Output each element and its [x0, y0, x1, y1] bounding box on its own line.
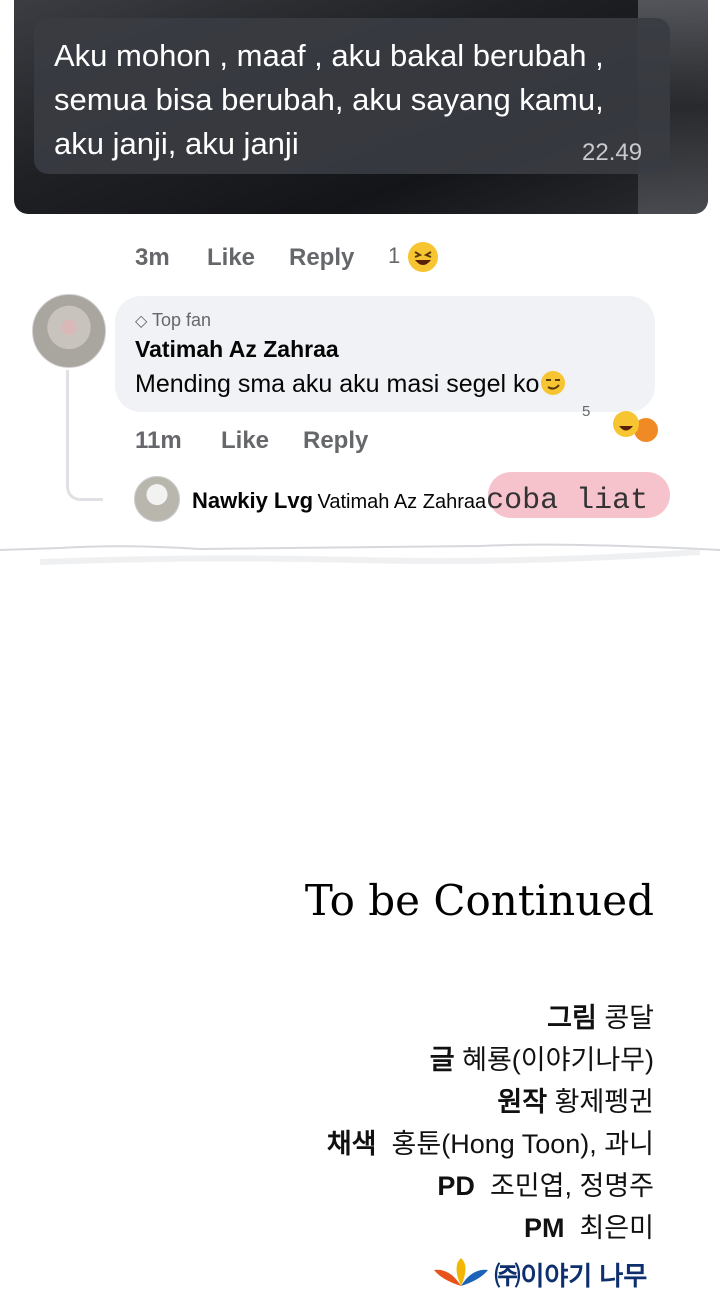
diamond-icon: ◇ [135, 313, 148, 330]
credit-role: PD [437, 1171, 475, 1201]
reaction-count[interactable]: 5 [582, 403, 590, 420]
credit-role: 글 [429, 1045, 455, 1075]
reaction-count[interactable]: 1 [388, 243, 400, 269]
top-fan-badge: ◇ Top fan [135, 310, 211, 331]
photo-panel: Aku mohon , maaf , aku bakal berubah , s… [14, 0, 708, 214]
credit-name: 홍툰(Hong Toon), 과니 [391, 1129, 654, 1159]
like-button[interactable]: Like [207, 244, 255, 272]
reply-author[interactable]: Nawkiy Lvg [192, 488, 313, 513]
commenter-name[interactable]: Vatimah Az Zahraa [135, 336, 339, 363]
comment-time: 11m [135, 427, 182, 454]
laughing-emoji-icon [408, 242, 438, 272]
credit-role: 채색 [326, 1129, 377, 1159]
credit-role: 원작 [497, 1087, 548, 1117]
credit-name: 최은미 [579, 1213, 654, 1243]
torn-edge [0, 543, 720, 565]
thread-connector [66, 370, 103, 501]
reply-button[interactable]: Reply [289, 244, 354, 272]
credit-line: 글 혜룡(이야기나무) [430, 1038, 654, 1077]
reply-preview[interactable]: Nawkiy Lvg Vatimah Az Zahraacoba liat [192, 484, 648, 518]
comment-text-content: Mending sma aku aku masi segel ko [135, 370, 540, 398]
comment-time: 3m [135, 244, 170, 271]
reply-text: coba liat [486, 484, 649, 518]
to-be-continued-title: To be Continued [304, 876, 654, 925]
smirk-emoji-icon [541, 371, 566, 395]
credit-name: 콩달 [604, 1003, 654, 1033]
credit-name: 혜룡(이야기나무) [462, 1045, 654, 1075]
avatar[interactable] [32, 294, 106, 368]
publisher-name: ㈜이야기 나무 [494, 1261, 648, 1291]
reply-mention[interactable]: Vatimah Az Zahraa [318, 491, 487, 513]
comment-bubble: ◇ Top fan Vatimah Az Zahraa Mending sma … [115, 296, 655, 412]
credit-line: PM 최은미 [524, 1206, 654, 1245]
comment-text: Mending sma aku aku masi segel ko [135, 370, 567, 399]
credit-role: PM [523, 1213, 565, 1243]
like-button[interactable]: Like [221, 427, 269, 455]
chat-time: 22.49 [582, 139, 643, 166]
credit-line: PD 조민엽, 정명주 [437, 1164, 654, 1203]
credit-line: 원작 황제펭귄 [497, 1080, 654, 1119]
credit-role: 그림 [547, 1003, 597, 1033]
chat-bubble: Aku mohon , maaf , aku bakal berubah , s… [34, 18, 670, 174]
credit-line: 그림 콩달 [547, 996, 654, 1035]
leaf-logo-icon [434, 1258, 488, 1286]
reply-button[interactable]: Reply [303, 427, 368, 455]
publisher-logo: ㈜이야기 나무 [432, 1256, 647, 1296]
credit-name: 황제펭귄 [554, 1087, 654, 1117]
reactions-icon [613, 411, 658, 442]
badge-label: Top fan [152, 310, 212, 330]
avatar[interactable] [134, 476, 180, 522]
credit-name: 조민엽, 정명주 [489, 1171, 654, 1201]
credit-line: 채색 홍툰(Hong Toon), 과니 [327, 1122, 654, 1161]
chat-message: Aku mohon , maaf , aku bakal berubah , s… [54, 38, 604, 161]
